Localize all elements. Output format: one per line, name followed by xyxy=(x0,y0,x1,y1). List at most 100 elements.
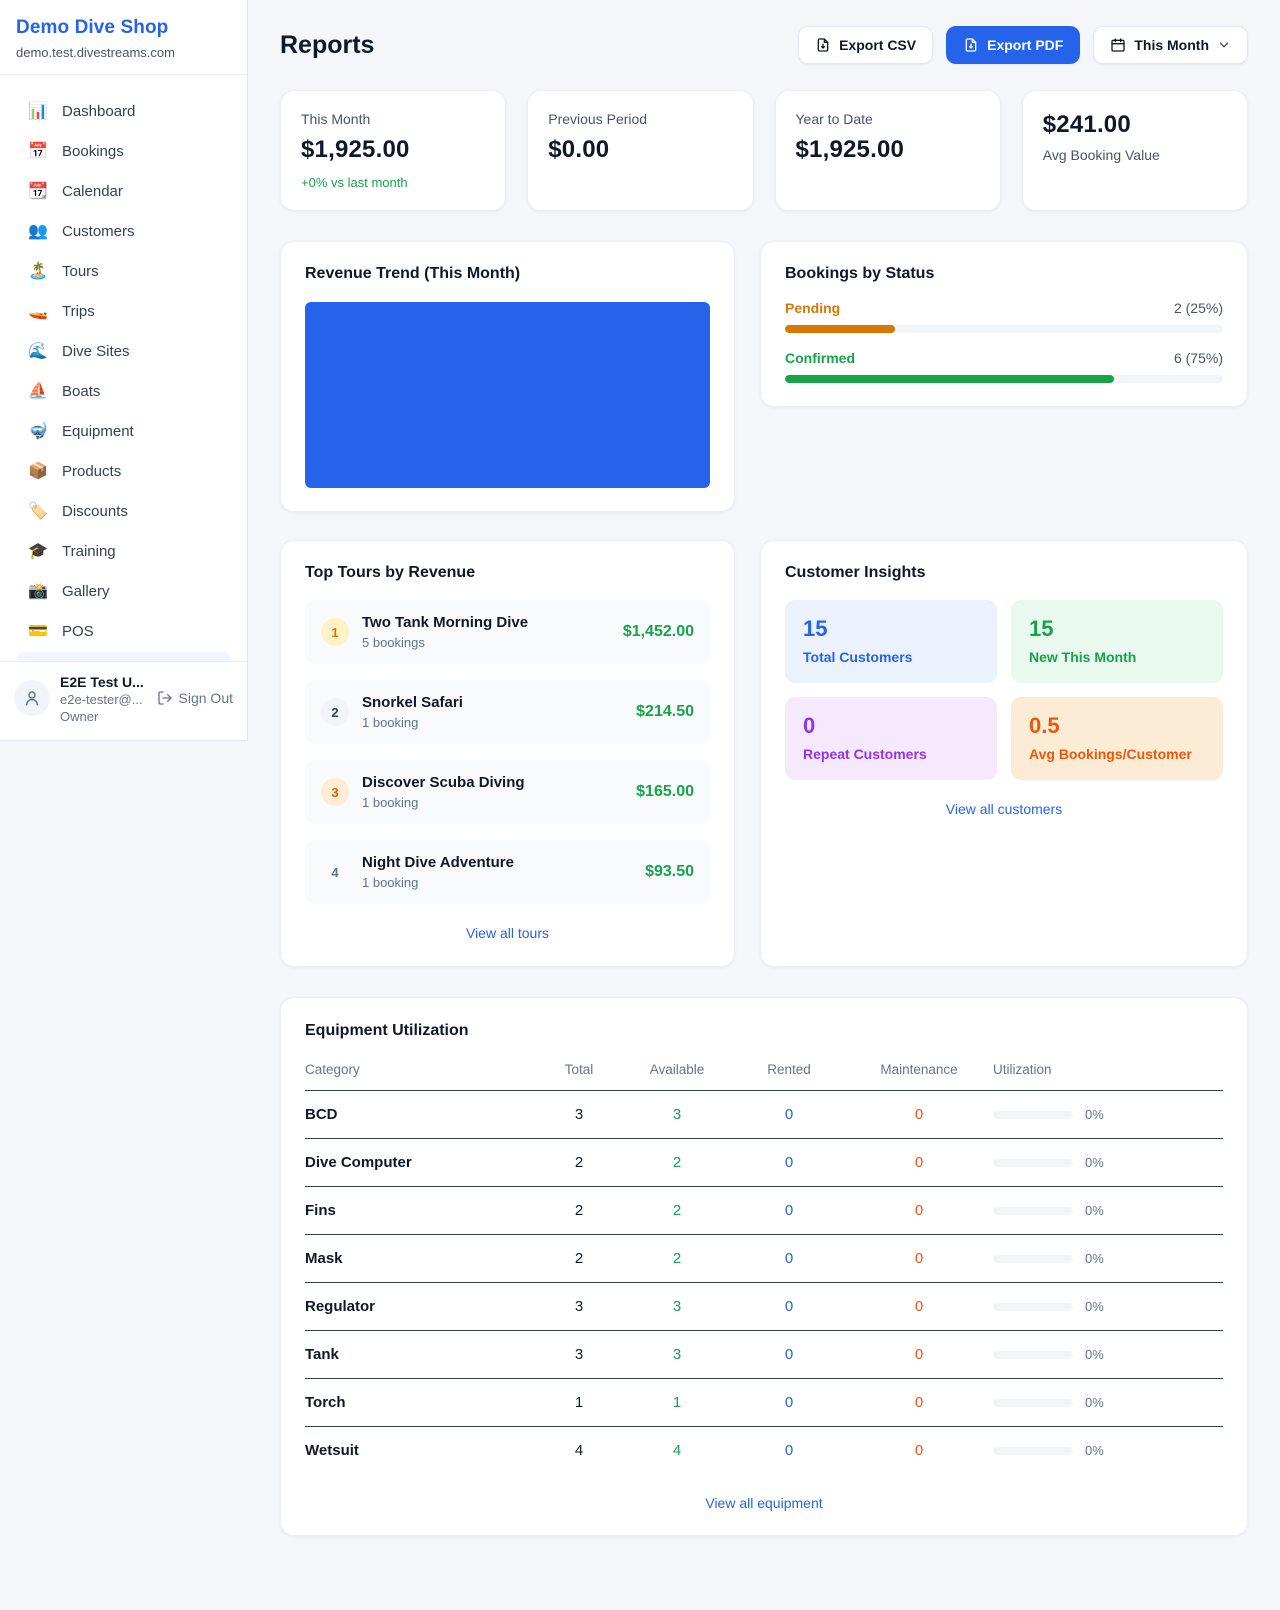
cell-category: Mask xyxy=(305,1250,537,1267)
user-info: E2E Test U... e2e-tester@... Owner xyxy=(60,674,144,724)
people-icon: 👥 xyxy=(28,221,48,241)
tour-name: Snorkel Safari xyxy=(362,694,463,711)
sidebar-item-dive-sites[interactable]: 🌊 Dive Sites xyxy=(10,331,237,371)
cell-total: 3 xyxy=(537,1106,621,1123)
rank-badge: 4 xyxy=(321,858,349,886)
utilization-bar xyxy=(993,1351,1073,1359)
package-icon: 📦 xyxy=(28,461,48,481)
sign-out-button[interactable]: Sign Out xyxy=(157,690,233,706)
table-row: Fins 2 2 0 0 0% xyxy=(305,1187,1223,1235)
sidebar-item-trips[interactable]: 🚤 Trips xyxy=(10,291,237,331)
graduation-cap-icon: 🎓 xyxy=(28,541,48,561)
cell-maintenance: 0 xyxy=(845,1442,993,1459)
col-total: Total xyxy=(537,1062,621,1077)
col-rented: Rented xyxy=(733,1062,845,1077)
cell-available: 3 xyxy=(621,1346,733,1363)
user-name: E2E Test U... xyxy=(60,674,144,690)
sidebar-item-training[interactable]: 🎓 Training xyxy=(10,531,237,571)
stat-card-avg-booking-value: $241.00 Avg Booking Value xyxy=(1022,90,1248,211)
cell-utilization: 0% xyxy=(1085,1395,1104,1410)
sidebar-nav: 📊 Dashboard 📅 Bookings 📆 Calendar 👥 Cust… xyxy=(0,75,247,661)
cell-total: 3 xyxy=(537,1346,621,1363)
export-csv-label: Export CSV xyxy=(839,37,916,53)
cell-rented: 0 xyxy=(733,1202,845,1219)
tile-label: New This Month xyxy=(1029,649,1205,665)
col-available: Available xyxy=(621,1062,733,1077)
rank-badge: 2 xyxy=(321,698,349,726)
tour-bookings: 1 booking xyxy=(362,875,514,890)
sidebar-item-products[interactable]: 📦 Products xyxy=(10,451,237,491)
tile-value: 15 xyxy=(803,616,979,642)
export-csv-button[interactable]: Export CSV xyxy=(798,26,933,64)
progress-fill-confirmed xyxy=(785,375,1114,383)
revenue-trend-title: Revenue Trend (This Month) xyxy=(305,265,710,283)
calendar-page-icon: 📆 xyxy=(28,181,48,201)
col-utilization: Utilization xyxy=(993,1062,1223,1077)
bookings-by-status-title: Bookings by Status xyxy=(785,265,1223,283)
revenue-trend-card: Revenue Trend (This Month) xyxy=(280,241,735,512)
diving-mask-icon: 🤿 xyxy=(28,421,48,441)
cell-available: 1 xyxy=(621,1394,733,1411)
sidebar-item-label: Bookings xyxy=(62,143,124,160)
cell-available: 3 xyxy=(621,1106,733,1123)
cell-available: 3 xyxy=(621,1298,733,1315)
sidebar-item-reports-partial[interactable] xyxy=(16,652,231,661)
credit-card-icon: 💳 xyxy=(28,621,48,641)
cell-total: 4 xyxy=(537,1442,621,1459)
table-row: BCD 3 3 0 0 0% xyxy=(305,1091,1223,1139)
tour-revenue: $1,452.00 xyxy=(623,623,694,641)
cell-maintenance: 0 xyxy=(845,1394,993,1411)
rank-badge: 1 xyxy=(321,618,349,646)
sidebar-item-gallery[interactable]: 📸 Gallery xyxy=(10,571,237,611)
tag-icon: 🏷️ xyxy=(28,501,48,521)
shop-name: Demo Dive Shop xyxy=(16,17,231,39)
sidebar-item-customers[interactable]: 👥 Customers xyxy=(10,211,237,251)
sidebar-item-equipment[interactable]: 🤿 Equipment xyxy=(10,411,237,451)
sidebar-item-label: Products xyxy=(62,463,121,480)
sidebar-item-discounts[interactable]: 🏷️ Discounts xyxy=(10,491,237,531)
tile-label: Repeat Customers xyxy=(803,746,979,762)
cell-maintenance: 0 xyxy=(845,1106,993,1123)
camera-icon: 📸 xyxy=(28,581,48,601)
customer-insights-title: Customer Insights xyxy=(785,564,1223,582)
table-row: Dive Computer 2 2 0 0 0% xyxy=(305,1139,1223,1187)
cell-total: 1 xyxy=(537,1394,621,1411)
tile-total-customers: 15 Total Customers xyxy=(785,600,997,683)
tile-repeat-customers: 0 Repeat Customers xyxy=(785,697,997,780)
cell-maintenance: 0 xyxy=(845,1154,993,1171)
sidebar-item-boats[interactable]: ⛵ Boats xyxy=(10,371,237,411)
sidebar-item-pos[interactable]: 💳 POS xyxy=(10,611,237,651)
sidebar-item-dashboard[interactable]: 📊 Dashboard xyxy=(10,91,237,131)
table-row: Torch 1 1 0 0 0% xyxy=(305,1379,1223,1427)
calendar-date-icon: 📅 xyxy=(28,141,48,161)
period-dropdown[interactable]: This Month xyxy=(1093,26,1248,64)
sidebar: Demo Dive Shop demo.test.divestreams.com… xyxy=(0,0,248,741)
export-pdf-button[interactable]: Export PDF xyxy=(946,26,1080,64)
brand: Demo Dive Shop demo.test.divestreams.com xyxy=(0,0,247,75)
sidebar-item-label: Boats xyxy=(62,383,100,400)
sidebar-item-label: Dashboard xyxy=(62,103,135,120)
view-all-customers-link[interactable]: View all customers xyxy=(946,801,1062,817)
view-all-equipment-link[interactable]: View all equipment xyxy=(705,1495,822,1511)
stat-value: $241.00 xyxy=(1043,111,1227,139)
tour-name: Two Tank Morning Dive xyxy=(362,614,528,631)
stat-card-previous-period: Previous Period $0.00 xyxy=(527,90,753,211)
cell-rented: 0 xyxy=(733,1298,845,1315)
table-row: Regulator 3 3 0 0 0% xyxy=(305,1283,1223,1331)
sidebar-item-calendar[interactable]: 📆 Calendar xyxy=(10,171,237,211)
view-all-tours-link[interactable]: View all tours xyxy=(466,925,549,941)
cell-total: 2 xyxy=(537,1154,621,1171)
main-content: Reports Export CSV Export PDF This Month… xyxy=(248,0,1280,1576)
sidebar-item-tours[interactable]: 🏝️ Tours xyxy=(10,251,237,291)
sidebar-item-bookings[interactable]: 📅 Bookings xyxy=(10,131,237,171)
chevron-down-icon xyxy=(1217,38,1231,52)
revenue-trend-chart xyxy=(305,302,710,488)
tile-label: Total Customers xyxy=(803,649,979,665)
insight-tiles: 15 Total Customers 15 New This Month 0 R… xyxy=(785,600,1223,780)
tour-row: 3 Discover Scuba Diving 1 booking $165.0… xyxy=(305,760,710,824)
cell-available: 4 xyxy=(621,1442,733,1459)
cell-category: BCD xyxy=(305,1106,537,1123)
wave-icon: 🌊 xyxy=(28,341,48,361)
cell-utilization: 0% xyxy=(1085,1155,1104,1170)
table-row: Tank 3 3 0 0 0% xyxy=(305,1331,1223,1379)
